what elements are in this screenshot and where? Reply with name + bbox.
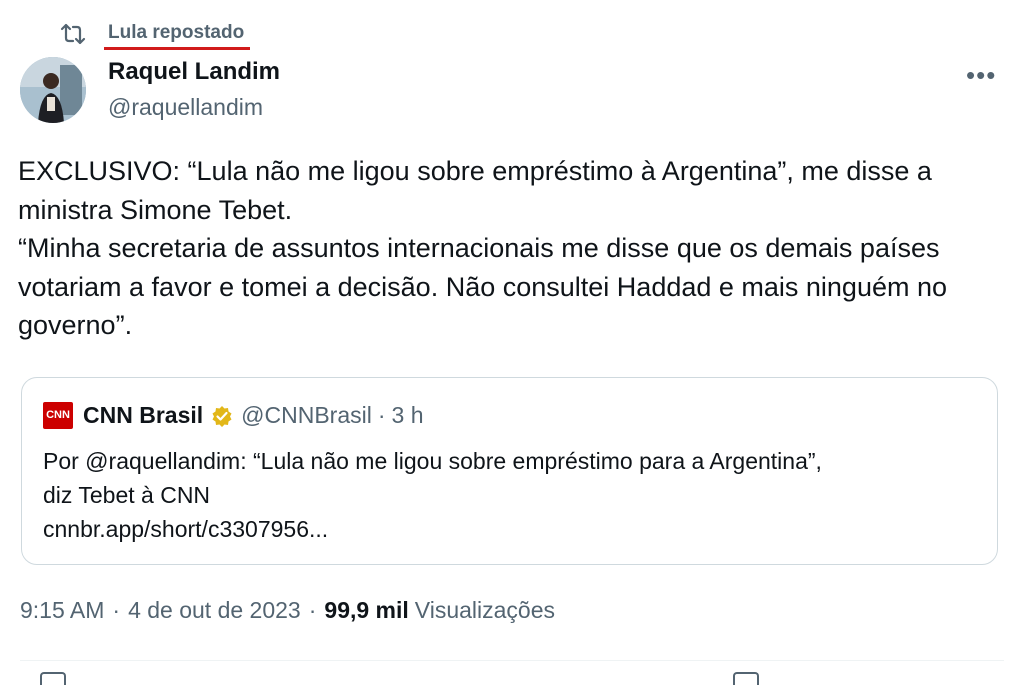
quoted-header: CNN CNN Brasil @CNNBrasil · 3 h [43, 402, 424, 429]
avatar[interactable] [20, 57, 86, 123]
repost-icon [58, 22, 90, 46]
quoted-tweet[interactable]: CNN CNN Brasil @CNNBrasil · 3 h Por @raq… [21, 377, 998, 565]
separator-dot: · [308, 597, 317, 623]
cnn-logo: CNN [43, 402, 73, 429]
repost-indicator[interactable]: Lula repostado [58, 20, 251, 50]
more-icon[interactable]: ••• [966, 60, 996, 91]
views-label[interactable]: Visualizações [415, 597, 555, 624]
tweet-time[interactable]: 9:15 AM [20, 597, 104, 624]
gold-verified-badge-icon [211, 405, 233, 427]
repost-label[interactable]: Lula repostado [103, 22, 251, 50]
views-count: 99,9 mil [324, 597, 409, 623]
quoted-text: Por @raquellandim: “Lula não me ligou so… [43, 448, 822, 542]
quoted-name[interactable]: CNN Brasil [83, 402, 203, 429]
tweet-text: EXCLUSIVO: “Lula não me ligou sobre empr… [18, 156, 948, 340]
author-name[interactable]: Raquel Landim [108, 58, 280, 86]
bookmark-icon[interactable] [733, 672, 759, 685]
author-handle[interactable]: @raquellandim [108, 94, 263, 121]
tweet-date[interactable]: 4 de out de 2023 [128, 597, 301, 624]
separator-dot: · [377, 402, 386, 428]
tweet-meta: 9:15 AM · 4 de out de 2023 · 99,9 mil Vi… [20, 597, 555, 624]
separator-dot: · [112, 597, 121, 623]
divider [20, 660, 1004, 661]
quoted-time[interactable]: 3 h [392, 402, 424, 429]
quoted-handle[interactable]: @CNNBrasil [241, 402, 372, 429]
reply-icon[interactable] [40, 672, 66, 685]
